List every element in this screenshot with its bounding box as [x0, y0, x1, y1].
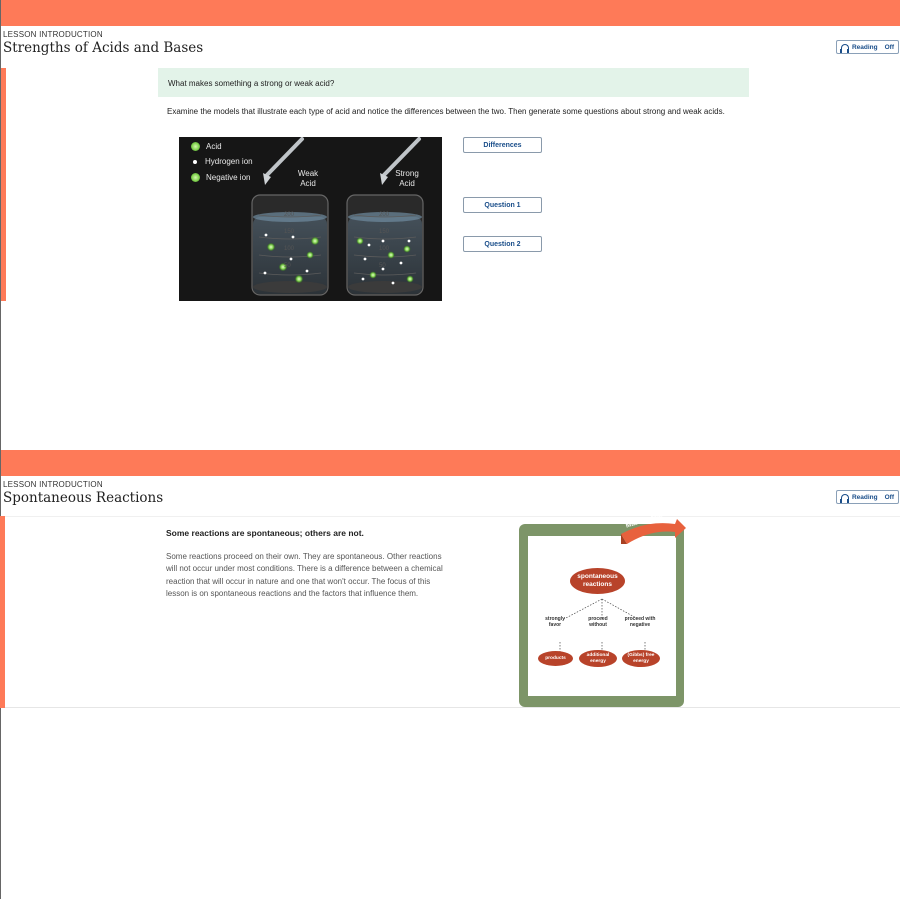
link-label-proceed-with-negative: proceed with negative — [619, 616, 661, 628]
lesson-title: Strengths of Acids and Bases — [3, 40, 204, 56]
reading-toggle-button[interactable]: Reading Off — [835, 490, 899, 504]
differences-button[interactable]: Differences — [463, 137, 542, 153]
mastery-leaf-products: products — [538, 651, 573, 666]
question-box: What makes something a strong or weak ac… — [158, 68, 749, 97]
tick-label: 200 — [284, 212, 295, 218]
legend-negative: Negative ion — [191, 173, 250, 182]
reading-label: Reading — [851, 43, 878, 51]
label-line: without — [589, 622, 607, 628]
section-heading: Some reactions are spontaneous; others a… — [166, 528, 364, 538]
intro-paragraph: Some reactions proceed on their own. The… — [166, 552, 443, 598]
headphones-icon — [840, 43, 850, 53]
reading-state: Off — [884, 493, 894, 501]
hydrogen-dot-icon — [193, 159, 197, 164]
link-label-proceed-without: proceed without — [583, 616, 613, 628]
headphones-icon — [840, 493, 850, 503]
question-2-button[interactable]: Question 2 — [463, 236, 542, 252]
mastery-leaf-gibbs-free-energy: (Gibbs) free energy — [622, 650, 660, 667]
tick-label: 200 — [379, 212, 390, 218]
instructions-text: Examine the models that illustrate each … — [167, 107, 725, 116]
question-1-button[interactable]: Question 1 — [463, 197, 542, 213]
negative-ion-dot-icon — [191, 173, 200, 182]
lesson-content: Some reactions are spontaneous; others a… — [5, 511, 900, 708]
lesson-panel-acids: LESSON INTRODUCTION Strengths of Acids a… — [0, 0, 900, 450]
acid-dot-icon — [191, 142, 200, 151]
node-line: products — [545, 655, 566, 661]
tick-label: 150 — [284, 229, 295, 235]
reading-toggle-button[interactable]: Reading Off — [835, 40, 899, 54]
label-line: negative — [629, 622, 651, 628]
acid-model-simulation[interactable]: 200 150 100 50 200 150 100 50 Acid Hydro… — [179, 137, 442, 301]
mastery-root-node: spontaneous reactions — [570, 568, 625, 594]
tick-label: 50 — [379, 263, 386, 269]
top-banner — [1, 450, 900, 476]
tick-label: 50 — [284, 263, 291, 269]
label-line: Acid — [300, 179, 316, 188]
node-line: spontaneous — [577, 573, 618, 580]
mastery-leaf-additional-energy: additional energy — [579, 650, 617, 667]
lesson-kicker: LESSON INTRODUCTION — [3, 480, 103, 489]
label-line: favor — [548, 622, 562, 628]
legend-label: Hydrogen ion — [205, 157, 253, 166]
weak-acid-label: Weak Acid — [288, 169, 328, 189]
lesson-title: Spontaneous Reactions — [3, 490, 164, 506]
node-line: (Gibbs) free — [627, 653, 655, 658]
node-line: reactions — [583, 581, 612, 588]
top-banner — [1, 0, 900, 26]
weak-ticks: 200 150 100 50 — [284, 210, 294, 272]
tick-label: 100 — [379, 246, 390, 252]
tick-label: 150 — [379, 229, 390, 235]
legend-hydrogen: Hydrogen ion — [191, 157, 253, 166]
node-line: energy — [633, 658, 649, 664]
reading-state: Off — [884, 43, 894, 51]
strong-ticks: 200 150 100 50 — [379, 210, 389, 272]
label-line: Weak — [297, 169, 319, 178]
legend-label: Negative ion — [206, 173, 251, 182]
tick-label: 100 — [284, 246, 295, 252]
legend-acid: Acid — [191, 142, 222, 151]
question-text: What makes something a strong or weak ac… — [168, 79, 335, 88]
node-line: energy — [590, 658, 606, 664]
lesson-kicker: LESSON INTRODUCTION — [3, 30, 103, 39]
reading-label: Reading — [851, 493, 878, 501]
link-label-strongly-favor: strongly favor — [540, 616, 570, 628]
legend-label: Acid — [206, 142, 222, 151]
lesson-content: What makes something a strong or weak ac… — [6, 68, 900, 301]
strong-acid-label: Strong Acid — [387, 169, 427, 189]
label-line: Acid — [399, 179, 415, 188]
node-line: additional — [586, 653, 610, 658]
label-line: Strong — [395, 169, 419, 178]
